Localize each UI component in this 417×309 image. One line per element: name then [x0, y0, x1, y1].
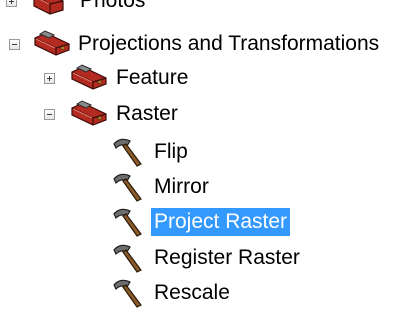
tree-node-register-raster[interactable]: Register Raster	[0, 239, 417, 275]
tree-node-label: Feature	[116, 66, 189, 89]
tree-node-raster[interactable]: Raster	[0, 95, 417, 131]
tree-node-flip[interactable]: Flip	[0, 133, 417, 169]
hammer-icon	[113, 279, 142, 308]
toolbox-tree: Photos Projections and Transformations F…	[0, 0, 417, 309]
hammer-icon	[113, 138, 142, 167]
minus-toggle-icon[interactable]	[44, 109, 55, 120]
tree-node-feature[interactable]: Feature	[0, 59, 417, 95]
plus-toggle-icon[interactable]	[6, 0, 17, 7]
toolbox-icon	[33, 0, 64, 15]
hammer-icon	[113, 173, 142, 202]
tree-node-mirror[interactable]: Mirror	[0, 168, 417, 204]
minus-toggle-icon[interactable]	[9, 39, 20, 50]
tree-node-projections-and-transformations[interactable]: Projections and Transformations	[0, 25, 417, 61]
tree-node-label: Register Raster	[154, 246, 300, 269]
tree-node-project-raster[interactable]: Project Raster	[0, 203, 417, 239]
tree-node-label: Rescale	[154, 281, 230, 304]
tree-node-label: Flip	[154, 140, 188, 163]
tree-node-photos[interactable]: Photos	[0, 0, 417, 19]
plus-toggle-icon[interactable]	[44, 73, 55, 84]
tree-node-label: Raster	[116, 102, 178, 125]
tree-node-rescale[interactable]: Rescale	[0, 274, 417, 309]
toolbox-icon	[34, 30, 70, 56]
tree-node-label: Projections and Transformations	[78, 32, 380, 55]
tree-node-label: Mirror	[154, 175, 209, 198]
tree-node-label: Project Raster	[151, 208, 291, 236]
toolbox-icon	[71, 100, 107, 126]
hammer-icon	[113, 208, 142, 237]
toolbox-icon	[71, 64, 107, 90]
hammer-icon	[113, 244, 142, 273]
tree-node-label: Photos	[80, 0, 146, 12]
